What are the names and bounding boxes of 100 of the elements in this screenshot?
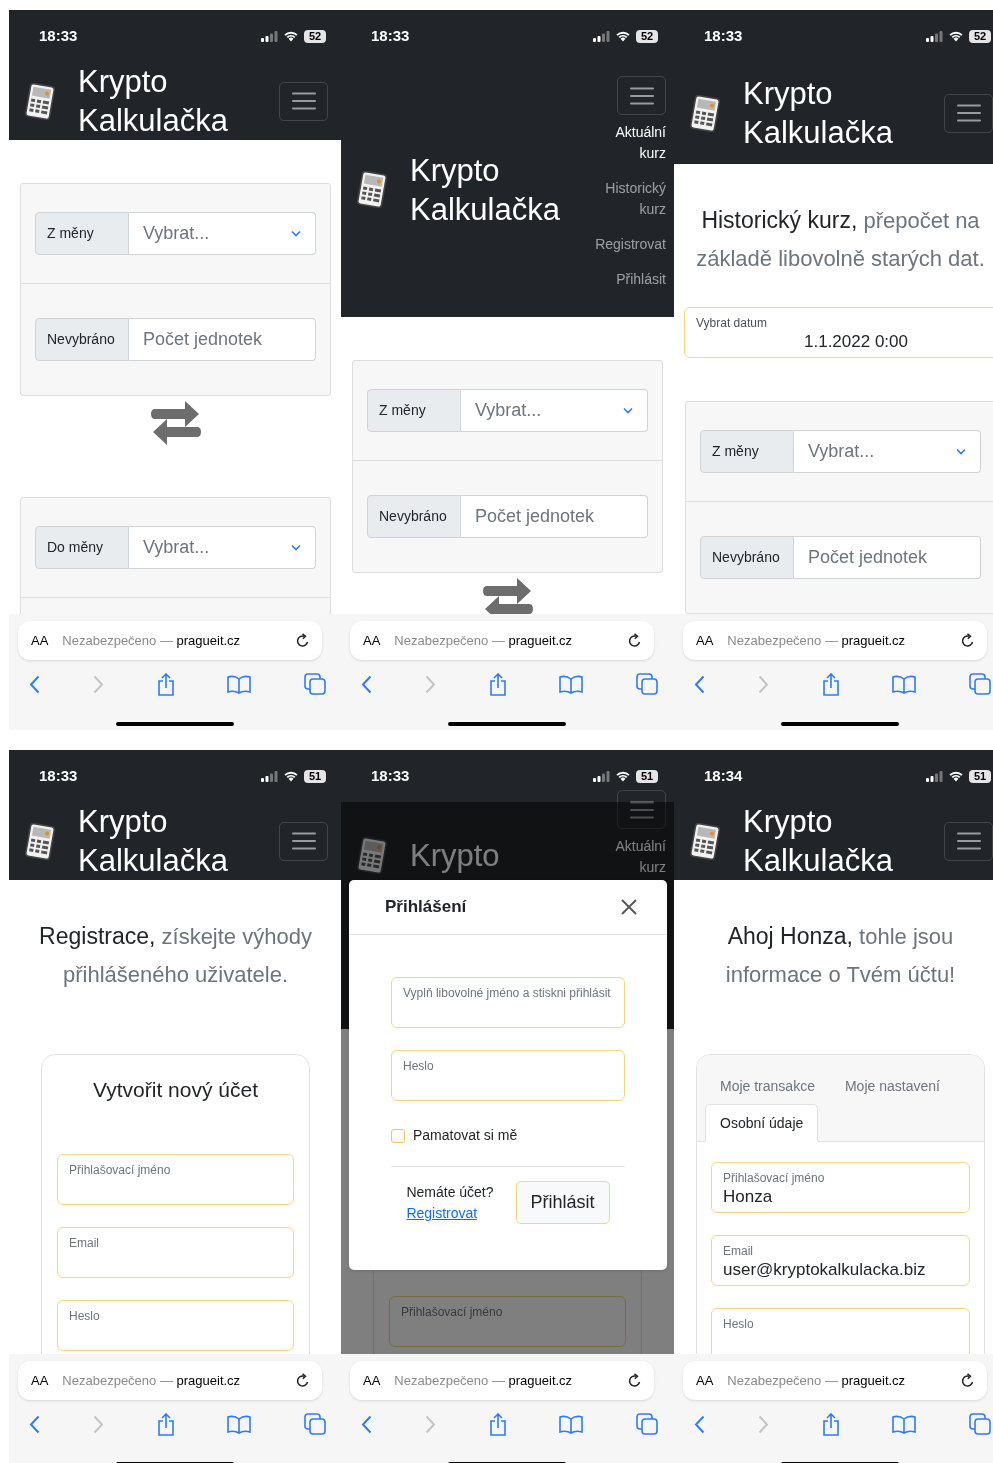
currency-select[interactable]: Vybrat... — [129, 526, 316, 569]
address-bar[interactable]: AA Nezabezpečeno — pragueit.cz — [18, 1361, 322, 1400]
address-bar[interactable]: AA Nezabezpečeno — pragueit.cz — [18, 621, 322, 660]
tab[interactable]: Moje nastavení — [829, 1067, 955, 1105]
tab[interactable]: Osobní údaje — [705, 1104, 819, 1142]
menu-toggle-button[interactable] — [617, 790, 666, 829]
calculator-logo-icon — [356, 837, 388, 874]
share-icon[interactable] — [156, 672, 175, 696]
calculator-logo-icon — [689, 94, 721, 132]
back-icon[interactable] — [361, 674, 372, 694]
reload-icon[interactable] — [961, 633, 975, 648]
text-size-button[interactable]: AA — [363, 1370, 381, 1391]
tabs-icon[interactable] — [304, 673, 326, 695]
chevron-down-icon — [956, 448, 966, 455]
address-bar[interactable]: AA Nezabezpečeno — pragueit.cz — [683, 1361, 987, 1400]
prompt-text: Nemáte účet? — [406, 1182, 494, 1202]
nav-link[interactable]: Aktuální kurz — [590, 115, 666, 171]
back-icon[interactable] — [694, 674, 705, 694]
site-title[interactable]: Krypto Kalkulačka — [743, 802, 923, 880]
input-group-label: Nevybráno — [367, 495, 461, 538]
tabs-icon[interactable] — [969, 673, 991, 695]
book-icon[interactable] — [559, 674, 584, 694]
share-icon[interactable] — [821, 1412, 840, 1436]
menu-toggle-button[interactable] — [279, 821, 328, 861]
text-field[interactable]: Heslo — [711, 1308, 970, 1354]
currency-select[interactable]: Vybrat... — [129, 212, 316, 255]
remember-checkbox[interactable] — [391, 1128, 405, 1143]
status-time: 18:33 — [704, 25, 743, 46]
register-link[interactable]: Registrovat — [406, 1202, 494, 1224]
url-text: Nezabezpečeno — pragueit.cz — [62, 631, 241, 650]
login-button[interactable]: Přihlásit — [515, 1181, 610, 1224]
tabs-icon[interactable] — [304, 1413, 326, 1435]
back-icon[interactable] — [29, 674, 40, 694]
nav-link[interactable]: Historický kurz — [590, 171, 666, 227]
wifi-icon — [615, 30, 631, 42]
currency-select[interactable]: Vybrat... — [461, 389, 648, 432]
signal-icon — [261, 30, 278, 42]
address-bar[interactable]: AA Nezabezpečeno — pragueit.cz — [350, 1361, 654, 1400]
page-heading: Historický kurz, přepočet na základě libovolně starých dat. — [695, 206, 986, 273]
text-size-button[interactable]: AA — [31, 630, 49, 651]
back-icon[interactable] — [694, 1414, 705, 1434]
book-icon[interactable] — [227, 1414, 252, 1434]
book-icon[interactable] — [227, 674, 252, 694]
reload-icon[interactable] — [296, 633, 310, 648]
address-bar[interactable]: AA Nezabezpečeno — pragueit.cz — [683, 621, 987, 660]
text-field[interactable]: Email user@kryptokalkulacka.biz — [711, 1235, 970, 1286]
wifi-icon — [283, 30, 299, 42]
reload-icon[interactable] — [628, 633, 642, 648]
date-field[interactable]: Vybrat datum 1.1.2022 0:00 — [684, 307, 993, 358]
units-input[interactable]: Počet jednotek — [129, 318, 316, 361]
tabs-icon[interactable] — [636, 673, 658, 695]
share-icon[interactable] — [821, 672, 840, 696]
close-icon[interactable] — [621, 899, 637, 915]
tabs-icon[interactable] — [969, 1413, 991, 1435]
share-icon[interactable] — [156, 1412, 175, 1436]
text-field[interactable]: Vyplň libovolné jméno a stiskni přihlásit — [391, 977, 625, 1028]
reload-icon[interactable] — [961, 1373, 975, 1388]
nav-link[interactable]: Přihlásit — [590, 262, 666, 297]
text-size-button[interactable]: AA — [363, 630, 381, 651]
book-icon[interactable] — [892, 674, 917, 694]
site-title[interactable]: Krypto — [410, 836, 590, 875]
battery-indicator: 51 — [304, 769, 326, 783]
menu-toggle-button[interactable] — [944, 93, 993, 133]
back-icon[interactable] — [29, 1414, 40, 1434]
input-group-label: Z měny — [700, 430, 794, 473]
units-input[interactable]: Počet jednotek — [461, 495, 648, 538]
text-size-button[interactable]: AA — [31, 1370, 49, 1391]
tab[interactable]: Moje transakce — [705, 1067, 830, 1105]
reload-icon[interactable] — [628, 1373, 642, 1388]
book-icon[interactable] — [559, 1414, 584, 1434]
site-title[interactable]: Krypto Kalkulačka — [78, 62, 258, 140]
menu-toggle-button[interactable] — [279, 81, 328, 121]
nav-link[interactable]: Registrovat — [590, 227, 666, 262]
text-field[interactable]: Přihlašovací jméno Honza — [711, 1162, 970, 1213]
site-title[interactable]: Krypto Kalkulačka — [410, 150, 590, 229]
signal-icon — [593, 30, 610, 42]
menu-toggle-button[interactable] — [944, 821, 993, 861]
text-field[interactable]: Přihlašovací jméno — [57, 1153, 294, 1205]
site-title[interactable]: Krypto Kalkulačka — [743, 74, 923, 152]
address-bar[interactable]: AA Nezabezpečeno — pragueit.cz — [350, 621, 654, 660]
share-icon[interactable] — [488, 672, 507, 696]
input-group-label: Z měny — [367, 389, 461, 432]
swap-arrows-icon — [482, 577, 533, 614]
url-text: Nezabezpečeno — pragueit.cz — [394, 631, 573, 650]
book-icon[interactable] — [892, 1414, 917, 1434]
reload-icon[interactable] — [296, 1373, 310, 1388]
text-field[interactable]: Email — [57, 1226, 294, 1278]
site-title[interactable]: Krypto Kalkulačka — [78, 802, 258, 880]
share-icon[interactable] — [488, 1412, 507, 1436]
status-time: 18:33 — [39, 25, 78, 46]
text-size-button[interactable]: AA — [696, 630, 714, 651]
text-size-button[interactable]: AA — [696, 1370, 714, 1391]
units-input[interactable]: Počet jednotek — [794, 536, 981, 579]
currency-select[interactable]: Vybrat... — [794, 430, 981, 473]
back-icon[interactable] — [361, 1414, 372, 1434]
menu-toggle-button[interactable] — [617, 76, 666, 115]
tabs-icon[interactable] — [636, 1413, 658, 1435]
text-field[interactable]: Heslo — [57, 1299, 294, 1351]
text-field[interactable]: Heslo — [391, 1050, 625, 1101]
input-group-label: Nevybráno — [35, 318, 129, 361]
